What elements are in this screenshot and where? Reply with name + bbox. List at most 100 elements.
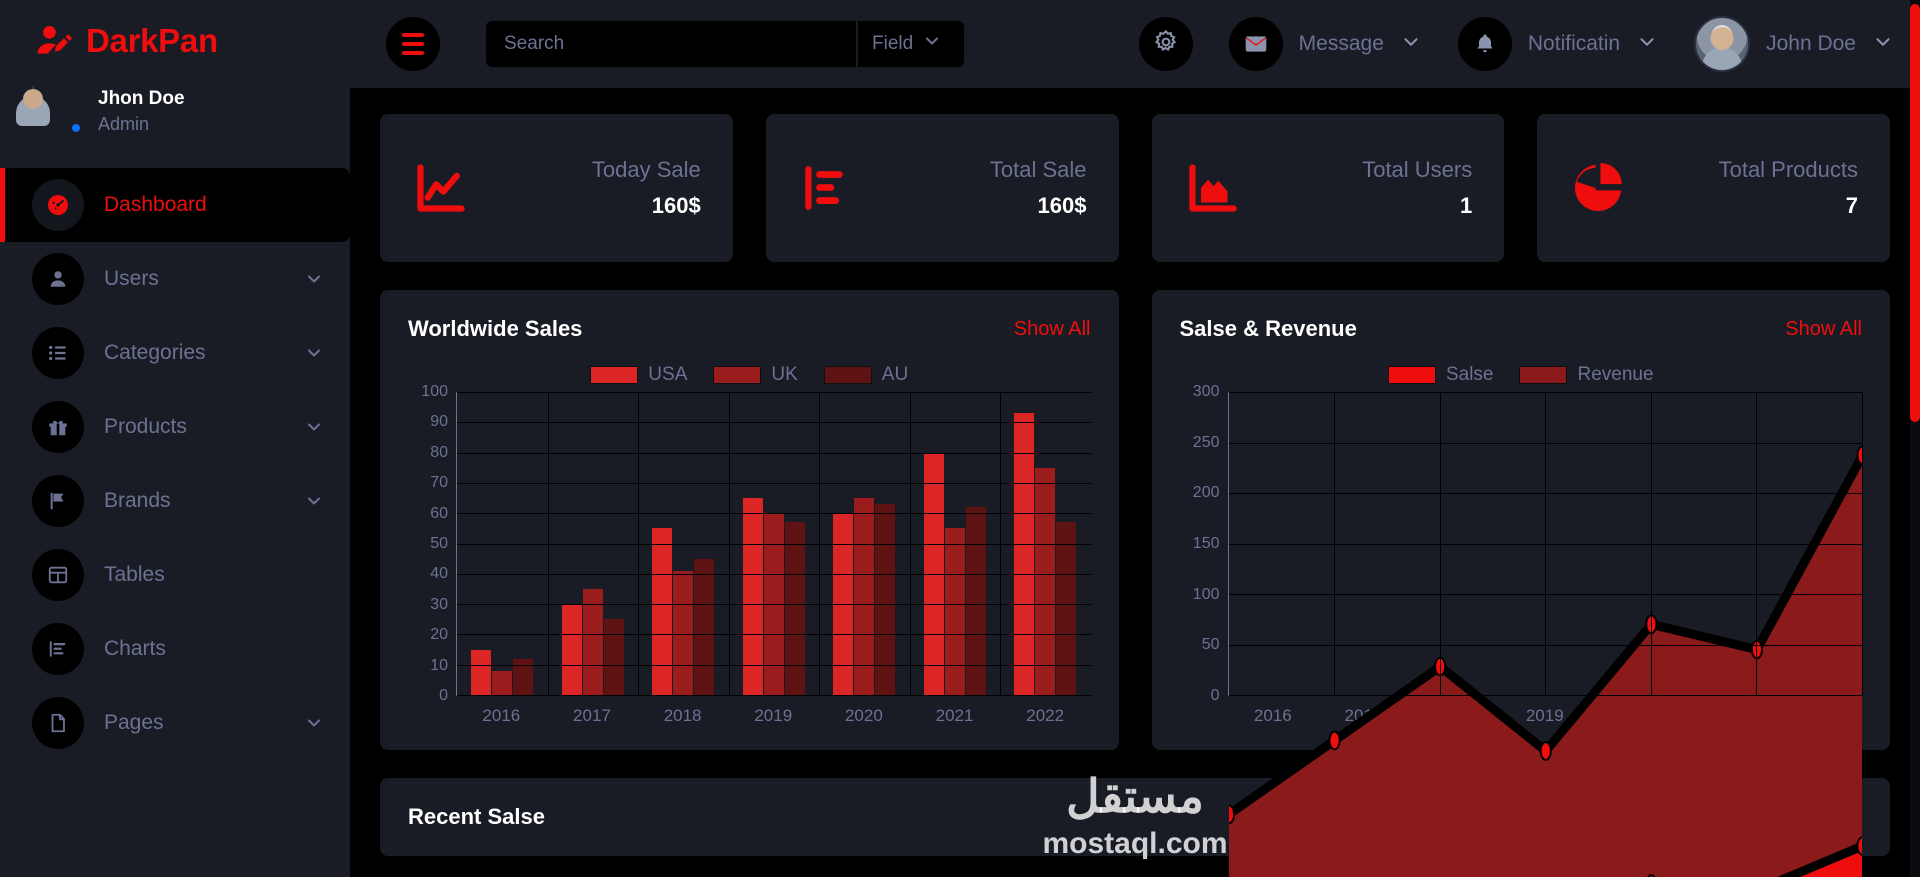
y-tick-label: 300 <box>1192 383 1220 400</box>
sidebar-item-label: Brands <box>104 489 171 512</box>
bar[interactable] <box>944 528 965 695</box>
stat-card-total-products[interactable]: Total Products 7 <box>1537 114 1890 262</box>
recent-sales-title: Recent Salse <box>408 804 545 829</box>
stat-title: Total Products <box>1718 157 1858 182</box>
grid-line <box>909 392 911 695</box>
hamburger-icon[interactable] <box>386 17 440 71</box>
sidebar-item-categories[interactable]: Categories <box>0 316 350 390</box>
chevron-down-icon[interactable] <box>304 269 324 289</box>
chevron-down-icon[interactable] <box>1636 31 1658 58</box>
sidebar-item-users[interactable]: Users <box>0 242 350 316</box>
grid-line <box>728 392 730 695</box>
settings-button[interactable] <box>1138 17 1193 71</box>
legend-swatch <box>1387 366 1436 384</box>
grid-line <box>1228 695 1862 696</box>
sidebar-item-charts[interactable]: Charts <box>0 612 350 686</box>
bar[interactable] <box>965 507 986 695</box>
sidebar-item-tables[interactable]: Tables <box>0 538 350 612</box>
data-point[interactable] <box>1228 804 1235 825</box>
y-tick-label: 100 <box>1192 585 1220 603</box>
avatar <box>32 85 82 136</box>
scrollbar-thumb[interactable] <box>1910 4 1920 422</box>
grid-line <box>547 392 549 695</box>
x-tick-label: 2021 <box>935 706 974 725</box>
bar[interactable] <box>1014 413 1035 695</box>
legend-swatch <box>1519 366 1568 384</box>
notification-menu[interactable]: Notificatin <box>1457 17 1658 71</box>
grid-line <box>457 664 1091 666</box>
message-menu[interactable]: Message <box>1228 17 1422 71</box>
chevron-down-icon[interactable] <box>304 343 324 363</box>
bar[interactable] <box>603 619 624 695</box>
sidebar-item-label: Dashboard <box>104 193 207 216</box>
data-point[interactable] <box>1328 730 1341 751</box>
x-tick-label: 2020 <box>844 706 883 725</box>
bar[interactable] <box>561 604 582 695</box>
sales-revenue-legend: Salse Revenue <box>1180 364 1863 386</box>
topbar-right: Message Notificatin John Doe <box>1138 16 1894 72</box>
show-all-link[interactable]: Show All <box>1785 318 1862 341</box>
chart-line-icon <box>412 159 470 217</box>
stat-card-total-users[interactable]: Total Users 1 <box>1151 114 1505 262</box>
grid-line <box>1756 392 1758 695</box>
bar[interactable] <box>673 570 694 695</box>
gear-icon <box>1153 29 1179 60</box>
brand[interactable]: DarkPan <box>0 0 350 78</box>
y-tick-label: 80 <box>430 443 448 461</box>
sidebar-item-products[interactable]: Products <box>0 390 350 464</box>
brand-name: DarkPan <box>86 22 218 59</box>
bar[interactable] <box>875 504 896 695</box>
field-select[interactable]: Field <box>856 21 964 67</box>
bar[interactable] <box>694 558 715 695</box>
y-tick-label: 30 <box>430 595 448 613</box>
chevron-down-icon[interactable] <box>1872 31 1894 58</box>
bar[interactable] <box>471 649 492 695</box>
legend-item[interactable]: AU <box>823 364 908 386</box>
legend-item[interactable]: Salse <box>1387 364 1493 386</box>
chevron-down-icon[interactable] <box>304 417 324 437</box>
legend-item[interactable]: UK <box>713 364 798 386</box>
stat-value: 160$ <box>1037 193 1087 218</box>
bar[interactable] <box>492 670 513 695</box>
sales-revenue-card: Salse & Revenue Show All Salse Revenue 0… <box>1151 290 1890 877</box>
data-point[interactable] <box>1855 836 1862 856</box>
bar[interactable] <box>784 522 805 695</box>
search-input[interactable] <box>486 21 856 67</box>
page-scrollbar[interactable] <box>1910 0 1920 877</box>
sidebar-item-label: Tables <box>104 563 165 586</box>
sidebar-profile[interactable]: Jhon Doe Admin <box>0 78 350 162</box>
legend-swatch <box>823 366 872 384</box>
list-ul-icon <box>32 327 84 379</box>
show-all-link[interactable]: Show All <box>1014 318 1091 341</box>
x-tick-label: 2022 <box>1026 706 1065 725</box>
grid-line <box>819 392 820 695</box>
bar[interactable] <box>1056 522 1077 695</box>
legend-label: UK <box>771 364 798 385</box>
chevron-down-icon[interactable] <box>1400 31 1422 58</box>
sidebar-item-brands[interactable]: Brands <box>0 464 350 538</box>
sidebar-item-dashboard[interactable]: Dashboard <box>0 168 350 242</box>
chevron-down-icon[interactable] <box>304 713 324 733</box>
data-point[interactable] <box>1539 741 1552 761</box>
search-bar: Field <box>486 21 964 67</box>
status-dot <box>70 122 82 134</box>
legend-label: USA <box>648 364 688 385</box>
stat-card-today-sale[interactable]: Today Sale 160$ <box>380 114 733 262</box>
plot-grid <box>456 392 1091 696</box>
user-menu-label: John Doe <box>1766 32 1856 55</box>
chevron-down-icon[interactable] <box>304 491 324 511</box>
bell-icon[interactable] <box>1457 17 1512 71</box>
legend-item[interactable]: Revenue <box>1519 364 1654 386</box>
bar[interactable] <box>1035 467 1056 695</box>
flag-icon <box>32 475 84 527</box>
stat-card-total-sale[interactable]: Total Sale 160$ <box>765 114 1119 262</box>
envelope-icon[interactable] <box>1228 17 1283 71</box>
grid-line <box>457 513 1091 515</box>
chevron-down-icon <box>922 31 942 57</box>
bar[interactable] <box>652 528 673 695</box>
legend-item[interactable]: USA <box>590 364 687 386</box>
worldwide-sales-header: Worldwide Sales Show All <box>408 316 1091 342</box>
sidebar-item-pages[interactable]: Pages <box>0 686 350 760</box>
user-menu[interactable]: John Doe <box>1694 16 1894 72</box>
grid-line <box>1862 392 1863 695</box>
